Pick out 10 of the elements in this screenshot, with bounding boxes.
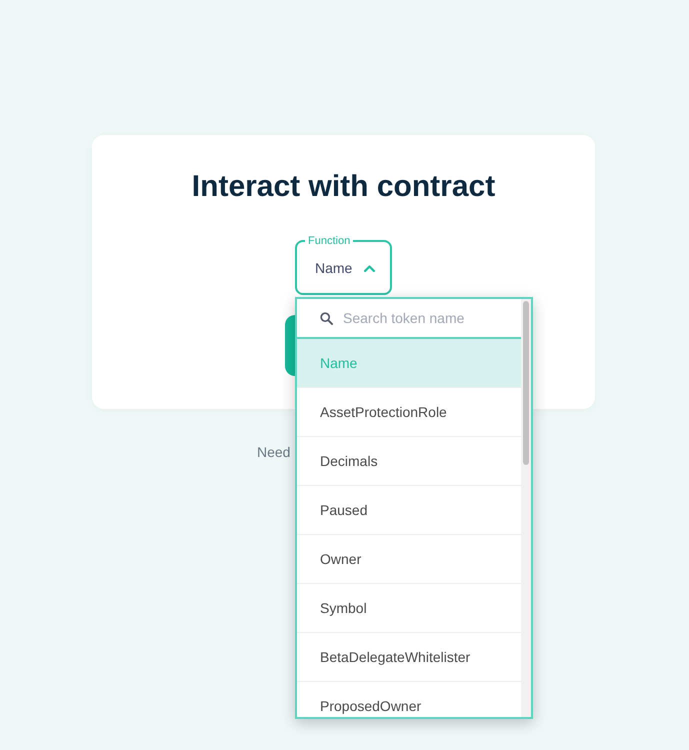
scrollbar[interactable] — [521, 299, 531, 717]
chevron-up-icon — [364, 264, 376, 272]
search-field[interactable]: Search token name — [343, 310, 511, 326]
function-select[interactable]: Function Name — [295, 235, 392, 295]
page-title: Interact with contract — [190, 169, 496, 205]
scrollbar-thumb[interactable] — [523, 301, 529, 465]
field-label: Function — [307, 235, 352, 247]
action-button[interactable] — [285, 315, 295, 376]
help-text: Need — [257, 444, 290, 460]
search-icon — [320, 312, 333, 324]
